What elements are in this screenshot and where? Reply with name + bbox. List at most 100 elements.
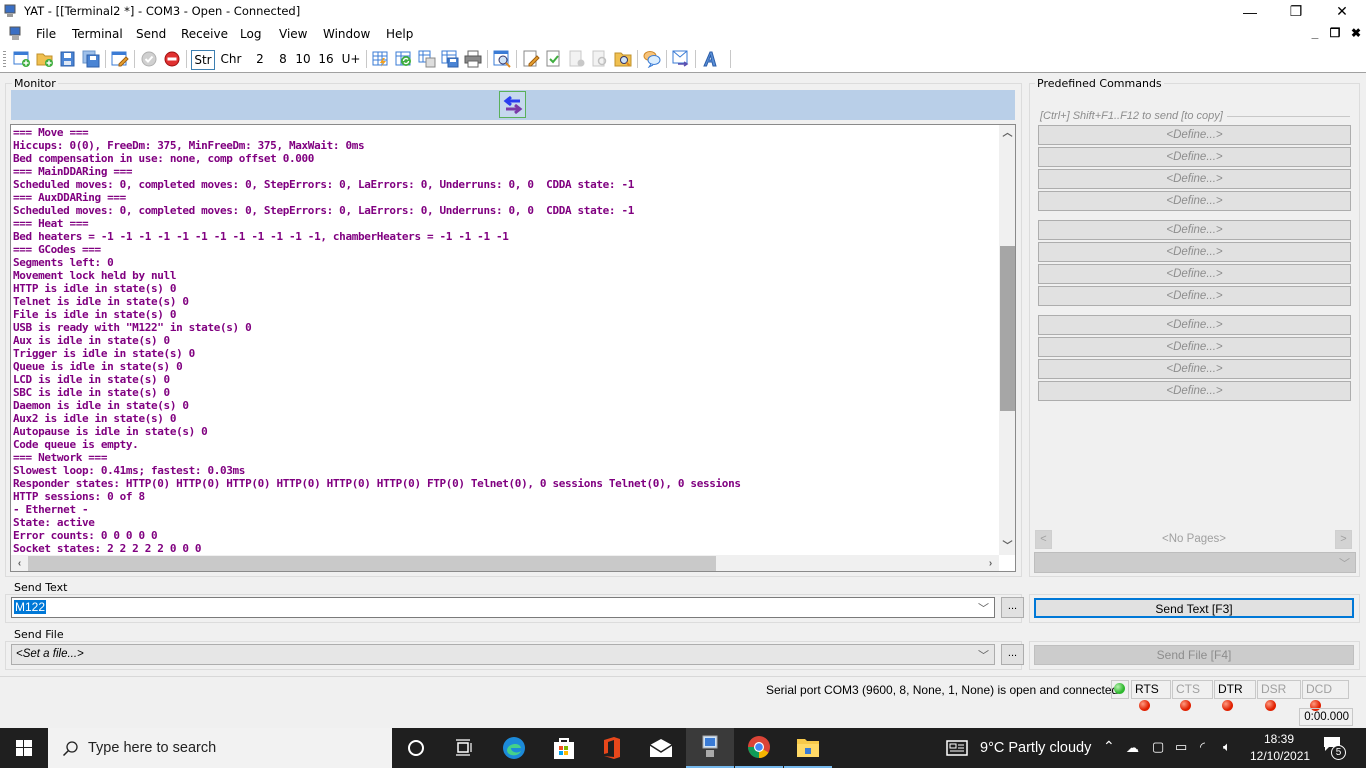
start-button[interactable] [0, 728, 48, 768]
send-file-browse-button[interactable]: ... [1001, 644, 1024, 665]
predefined-command-button[interactable]: <Define...> [1038, 337, 1351, 357]
copy-icon[interactable] [418, 50, 436, 68]
predefined-command-button[interactable]: <Define...> [1038, 315, 1351, 335]
radix-hex-button[interactable]: 16 [317, 50, 335, 70]
predefined-command-button[interactable]: <Define...> [1038, 286, 1351, 306]
mdi-minimize-button[interactable]: _ [1306, 26, 1324, 40]
log-off-icon[interactable] [568, 50, 586, 68]
yat-taskbar-button[interactable] [686, 728, 734, 768]
wifi-icon[interactable]: ◜ [1200, 739, 1205, 755]
signal-rts[interactable]: RTS [1131, 680, 1171, 711]
save-to-file-icon[interactable] [441, 50, 459, 68]
battery-icon[interactable]: ▭ [1175, 739, 1187, 755]
open-terminal-icon[interactable] [36, 50, 54, 68]
clock-date[interactable]: 12/10/2021 [1250, 749, 1310, 763]
office-button[interactable] [588, 728, 636, 768]
send-text-button[interactable]: Send Text [F3] [1034, 598, 1354, 618]
signal-cts[interactable]: CTS [1172, 680, 1213, 711]
predefined-command-button[interactable]: <Define...> [1038, 242, 1351, 262]
show-hidden-icons-icon[interactable]: ⌃ [1103, 738, 1115, 755]
horizontal-scroll-thumb[interactable] [28, 556, 716, 571]
send-receive-icon[interactable] [672, 50, 690, 68]
predefined-command-button[interactable]: <Define...> [1038, 220, 1351, 240]
send-text-input[interactable]: M122 ﹀ [11, 597, 995, 618]
news-icon[interactable] [946, 739, 970, 757]
open-port-icon[interactable] [140, 50, 158, 68]
vertical-scrollbar[interactable]: ︿ ﹀ [999, 125, 1015, 555]
edge-button[interactable] [490, 728, 538, 768]
predefined-command-button[interactable]: <Define...> [1038, 359, 1351, 379]
mdi-close-button[interactable]: ✖ [1347, 26, 1365, 40]
menu-view[interactable]: View [279, 27, 307, 41]
format-icon[interactable] [701, 50, 719, 68]
predefined-command-button[interactable]: <Define...> [1038, 147, 1351, 167]
signal-dcd[interactable]: DCD [1302, 680, 1349, 711]
mail-button[interactable] [637, 728, 685, 768]
taskbar-search[interactable]: Type here to search [48, 728, 392, 768]
menu-file[interactable]: File [36, 27, 56, 41]
meet-now-icon[interactable]: ▢ [1152, 739, 1164, 755]
mdi-restore-button[interactable]: ❐ [1326, 26, 1344, 40]
minimize-button[interactable]: — [1227, 0, 1273, 23]
predefined-command-button[interactable]: <Define...> [1038, 191, 1351, 211]
clock-time[interactable]: 18:39 [1264, 732, 1294, 746]
cortana-button[interactable] [392, 728, 440, 768]
log-settings-icon[interactable] [522, 50, 540, 68]
page-select[interactable]: ﹀ [1034, 552, 1356, 573]
store-button[interactable] [540, 728, 588, 768]
show-predefined-icon[interactable] [372, 50, 390, 68]
save-icon[interactable] [59, 50, 77, 68]
menu-terminal[interactable]: Terminal [72, 27, 123, 41]
find-icon[interactable] [493, 50, 511, 68]
log-on-icon[interactable] [545, 50, 563, 68]
radix-dec-button[interactable]: 10 [294, 50, 312, 70]
send-file-select[interactable]: <Set a file...> ﹀ [11, 644, 995, 665]
refresh-icon[interactable] [395, 50, 413, 68]
close-button[interactable]: ✕ [1319, 0, 1365, 23]
task-view-button[interactable] [440, 728, 488, 768]
monitor-view[interactable]: === Move === Hiccups: 0(0), FreeDm: 375, … [10, 124, 1016, 572]
predefined-command-button[interactable]: <Define...> [1038, 264, 1351, 284]
scroll-left-icon[interactable]: ‹ [11, 555, 28, 571]
maximize-button[interactable]: ❐ [1273, 0, 1319, 23]
signal-dtr[interactable]: DTR [1214, 680, 1256, 711]
log-view-icon[interactable] [591, 50, 609, 68]
predefined-command-button[interactable]: <Define...> [1038, 381, 1351, 401]
radix-str-button[interactable]: Str [191, 50, 215, 70]
radix-bin-button[interactable]: 2 [253, 50, 267, 70]
edit-settings-icon[interactable] [111, 50, 129, 68]
vertical-scroll-thumb[interactable] [1000, 245, 1015, 411]
chevron-down-icon[interactable]: ﹀ [978, 600, 989, 616]
chrome-button[interactable] [735, 728, 783, 768]
terminal-icon[interactable] [8, 26, 24, 42]
scroll-right-icon[interactable]: › [982, 555, 999, 571]
onedrive-paused-icon[interactable]: ☁ [1126, 740, 1139, 756]
menu-help[interactable]: Help [386, 27, 413, 41]
horizontal-scrollbar[interactable]: ‹ › [11, 555, 999, 571]
signal-dsr[interactable]: DSR [1257, 680, 1301, 711]
scroll-up-icon[interactable]: ︿ [999, 125, 1015, 142]
next-page-button[interactable]: > [1335, 530, 1352, 549]
menu-receive[interactable]: Receive [181, 27, 228, 41]
predefined-command-button[interactable]: <Define...> [1038, 125, 1351, 145]
file-explorer-button[interactable] [784, 728, 832, 768]
action-center-button[interactable]: 5 [1323, 736, 1347, 760]
predefined-command-button[interactable]: <Define...> [1038, 169, 1351, 189]
menu-send[interactable]: Send [136, 27, 166, 41]
comment-icon[interactable] [643, 50, 661, 68]
radix-chr-button[interactable]: Chr [219, 50, 243, 70]
toolbar-grip[interactable] [3, 51, 6, 67]
weather-text[interactable]: 9°C Partly cloudy [980, 740, 1091, 756]
close-port-icon[interactable] [163, 50, 181, 68]
menu-window[interactable]: Window [323, 27, 370, 41]
scroll-down-icon[interactable]: ﹀ [999, 538, 1015, 555]
print-icon[interactable] [464, 50, 482, 68]
send-text-browse-button[interactable]: ... [1001, 597, 1024, 618]
radix-unicode-button[interactable]: U+ [340, 50, 362, 70]
save-as-icon[interactable] [82, 50, 100, 68]
direction-toggle-button[interactable] [499, 91, 526, 118]
menu-log[interactable]: Log [240, 27, 261, 41]
log-folder-icon[interactable] [614, 50, 632, 68]
volume-icon[interactable]: 🔈︎ [1223, 739, 1231, 755]
previous-page-button[interactable]: < [1035, 530, 1052, 549]
